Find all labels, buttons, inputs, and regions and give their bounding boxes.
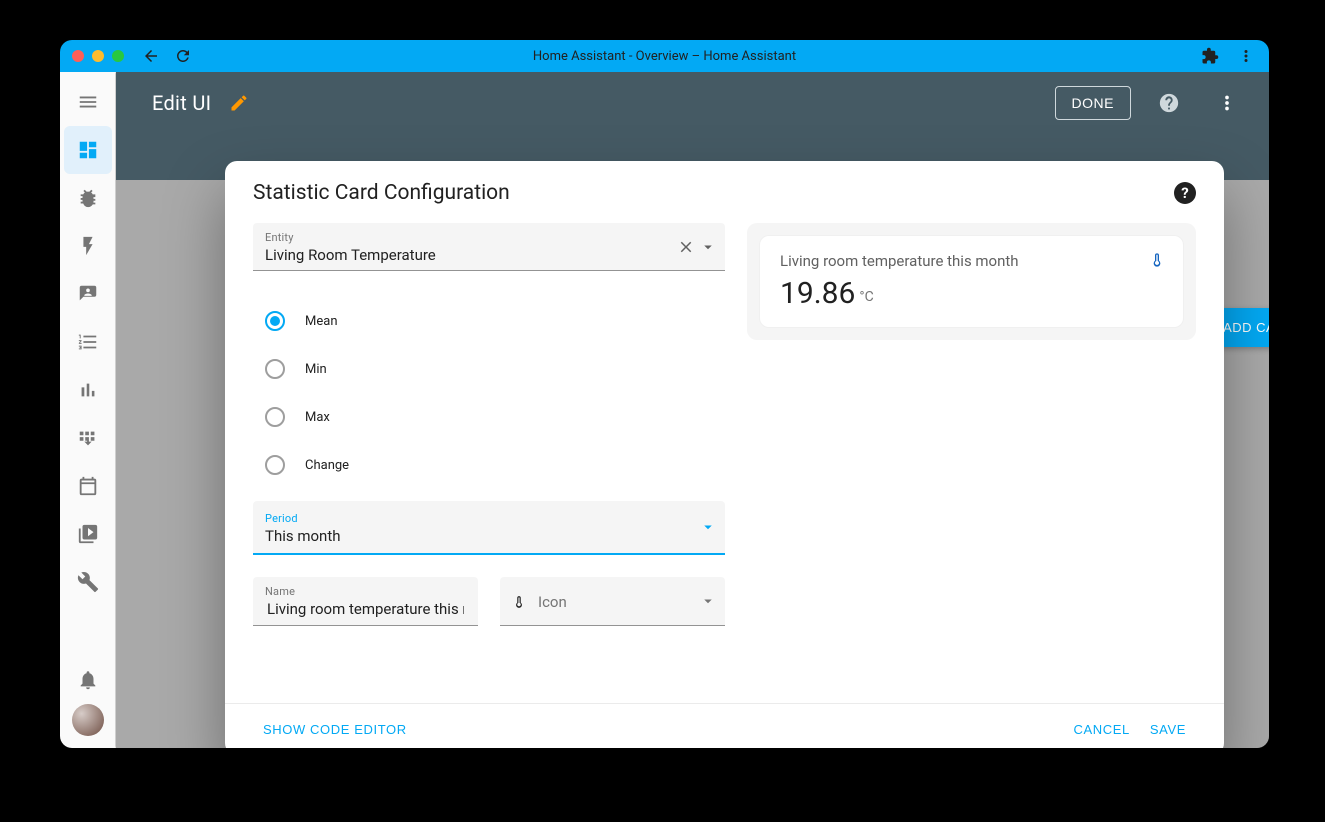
radio-label: Min xyxy=(305,362,327,377)
logbook-icon[interactable] xyxy=(64,414,112,462)
dialog-title: Statistic Card Configuration xyxy=(253,181,510,205)
chevron-down-icon[interactable] xyxy=(699,592,717,610)
preview-value: 19.86°C xyxy=(780,270,1163,311)
period-label: Period xyxy=(265,512,713,525)
reload-icon[interactable] xyxy=(174,47,192,65)
close-window-icon[interactable] xyxy=(72,50,84,62)
clear-icon[interactable] xyxy=(677,238,695,256)
chevron-down-icon[interactable] xyxy=(699,238,717,256)
name-label: Name xyxy=(265,585,466,598)
notifications-icon[interactable] xyxy=(64,656,112,704)
history-icon[interactable] xyxy=(64,366,112,414)
titlebar: Home Assistant - Overview – Home Assista… xyxy=(60,40,1269,72)
preview-unit: °C xyxy=(859,289,873,305)
name-field[interactable]: Name xyxy=(253,577,478,626)
preview-number: 19.86 xyxy=(780,276,855,311)
thermometer-icon xyxy=(512,595,526,609)
icon-field[interactable]: Icon xyxy=(500,577,725,626)
entity-value: Living Room Temperature xyxy=(265,244,713,264)
radio-label: Change xyxy=(305,458,349,473)
period-value: This month xyxy=(265,525,713,545)
card-config-dialog: Statistic Card Configuration ? Entity Li… xyxy=(225,161,1224,748)
window-title: Home Assistant - Overview – Home Assista… xyxy=(533,49,796,64)
bug-icon[interactable] xyxy=(64,174,112,222)
entity-field[interactable]: Entity Living Room Temperature xyxy=(253,223,725,271)
list-icon[interactable] xyxy=(64,318,112,366)
show-code-editor-button[interactable]: SHOW CODE EDITOR xyxy=(253,716,417,743)
energy-icon[interactable] xyxy=(64,222,112,270)
radio-max[interactable]: Max xyxy=(265,393,725,441)
traffic-lights xyxy=(60,50,124,62)
name-input[interactable] xyxy=(265,598,466,619)
save-button[interactable]: SAVE xyxy=(1140,716,1196,743)
preview-name: Living room temperature this month xyxy=(780,252,1163,270)
stat-type-radiogroup: Mean Min Max Change xyxy=(253,271,725,501)
preview-card: Living room temperature this month 19.86… xyxy=(759,235,1184,328)
radio-min[interactable]: Min xyxy=(265,345,725,393)
extension-icon[interactable] xyxy=(1201,47,1219,65)
back-icon[interactable] xyxy=(142,47,160,65)
radio-mean[interactable]: Mean xyxy=(265,297,725,345)
hamburger-icon[interactable] xyxy=(64,78,112,126)
radio-dot xyxy=(265,407,285,427)
entity-label: Entity xyxy=(265,231,713,244)
browser-window: Home Assistant - Overview – Home Assista… xyxy=(60,40,1269,748)
overflow-menu-icon[interactable] xyxy=(1207,83,1247,123)
radio-label: Mean xyxy=(305,314,338,329)
chevron-down-icon[interactable] xyxy=(699,518,717,536)
radio-dot xyxy=(265,455,285,475)
maximize-window-icon[interactable] xyxy=(112,50,124,62)
kebab-menu-icon[interactable] xyxy=(1237,47,1255,65)
radio-label: Max xyxy=(305,410,330,425)
cancel-button[interactable]: CANCEL xyxy=(1064,716,1140,743)
period-field[interactable]: Period This month xyxy=(253,501,725,555)
edit-header: Edit UI DONE xyxy=(116,72,1269,134)
calendar-icon[interactable] xyxy=(64,462,112,510)
media-icon[interactable] xyxy=(64,510,112,558)
dev-tools-icon[interactable] xyxy=(64,558,112,606)
icon-placeholder: Icon xyxy=(538,593,567,611)
thermometer-icon xyxy=(1149,252,1165,268)
radio-dot xyxy=(265,359,285,379)
pencil-icon[interactable] xyxy=(229,93,249,113)
radio-change[interactable]: Change xyxy=(265,441,725,489)
help-icon[interactable] xyxy=(1149,83,1189,123)
dashboard-icon[interactable] xyxy=(64,126,112,174)
minimize-window-icon[interactable] xyxy=(92,50,104,62)
dialog-help-icon[interactable]: ? xyxy=(1174,182,1196,204)
user-avatar[interactable] xyxy=(72,704,104,736)
radio-dot xyxy=(265,311,285,331)
person-icon[interactable] xyxy=(64,270,112,318)
preview-area: Living room temperature this month 19.86… xyxy=(747,223,1196,340)
done-button[interactable]: DONE xyxy=(1055,86,1131,120)
sidebar xyxy=(60,72,116,748)
page-title: Edit UI xyxy=(152,91,211,115)
